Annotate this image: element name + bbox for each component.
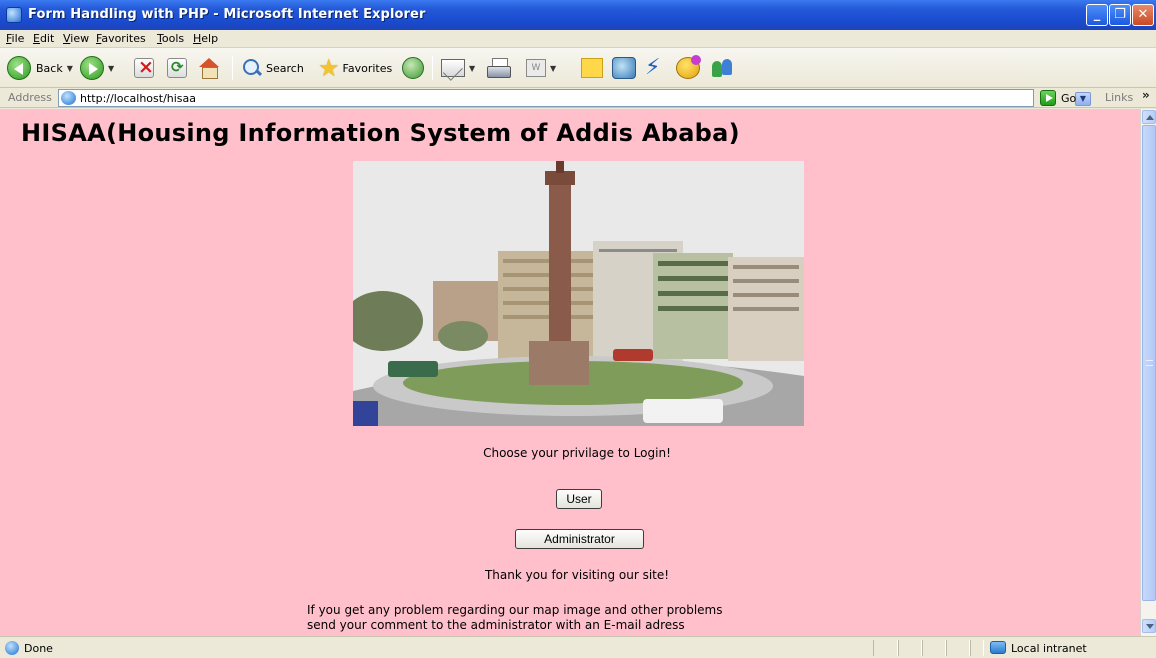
refresh-icon	[167, 58, 187, 78]
menu-favorites[interactable]: Favorites	[96, 32, 146, 45]
scroll-up-button[interactable]	[1142, 110, 1156, 124]
go-arrow-icon	[1040, 90, 1056, 106]
address-bar: Address http://localhost/hisaa ▼ Go Link…	[0, 88, 1156, 108]
edit-word-icon: W	[526, 59, 546, 77]
links-label[interactable]: Links	[1105, 91, 1133, 104]
forward-arrow-icon	[80, 56, 104, 80]
mail-dropdown-icon[interactable]: ▼	[469, 64, 475, 73]
discuss-button[interactable]	[581, 53, 603, 83]
print-button[interactable]	[487, 53, 511, 83]
city-photo	[353, 161, 804, 426]
edit-dropdown-icon[interactable]: ▼	[550, 64, 556, 73]
scroll-thumb[interactable]	[1142, 125, 1156, 601]
messenger-icon	[612, 57, 636, 79]
menu-view[interactable]: View	[63, 32, 89, 45]
menu-bar: File Edit View Favorites Tools Help	[0, 30, 1156, 75]
smiley-button[interactable]	[676, 53, 701, 83]
status-bar: Done Local intranet	[0, 636, 1156, 658]
status-pane	[898, 640, 922, 656]
search-label: Search	[266, 61, 304, 75]
menu-edit[interactable]: Edit	[33, 32, 54, 45]
ie-window: Form Handling with PHP - Microsoft Inter…	[0, 0, 1156, 658]
home-icon	[198, 57, 220, 79]
menu-tools[interactable]: Tools	[157, 32, 184, 45]
refresh-button[interactable]	[167, 53, 187, 83]
back-arrow-icon	[7, 56, 31, 80]
status-pane	[946, 640, 970, 656]
vertical-scrollbar[interactable]	[1140, 109, 1156, 636]
discuss-note-icon	[581, 58, 603, 78]
status-ie-icon	[5, 641, 19, 655]
page-ie-icon	[61, 91, 76, 105]
mail-button[interactable]: ▼	[441, 53, 475, 83]
mail-icon	[441, 59, 465, 77]
minimize-button[interactable]: _	[1086, 4, 1108, 26]
contacts-icon	[710, 57, 736, 79]
standard-toolbar: Back ▼ ▼ Search ★ Favorites	[0, 48, 1156, 88]
contacts-button[interactable]	[710, 53, 736, 83]
forward-dropdown-icon[interactable]: ▼	[108, 64, 114, 73]
toolbar-separator	[432, 56, 433, 80]
home-button[interactable]	[198, 53, 220, 83]
security-zone-text: Local intranet	[1011, 642, 1087, 655]
go-button[interactable]: Go	[1040, 89, 1076, 107]
scroll-down-button[interactable]	[1142, 619, 1156, 633]
back-dropdown-icon[interactable]: ▼	[67, 64, 73, 73]
title-bar[interactable]: Form Handling with PHP - Microsoft Inter…	[0, 0, 1156, 30]
stop-icon	[134, 56, 154, 78]
stop-button[interactable]	[134, 53, 154, 83]
scroll-grip-icon	[1146, 360, 1153, 366]
close-button[interactable]: ✕	[1132, 4, 1154, 26]
back-button[interactable]: Back ▼	[7, 53, 73, 83]
status-text: Done	[24, 642, 53, 655]
status-pane	[922, 640, 946, 656]
footer-line-1: If you get any problem regarding our map…	[307, 603, 723, 617]
search-button[interactable]: Search	[242, 53, 304, 83]
city-photo-illustration	[353, 161, 804, 426]
administrator-button[interactable]: Administrator	[515, 529, 644, 549]
messenger-button[interactable]	[612, 53, 636, 83]
footer-line-2: send your comment to the administrator w…	[307, 618, 685, 632]
status-pane	[970, 640, 984, 656]
research-button[interactable]: ⚡	[645, 53, 660, 83]
ie-logo-icon	[6, 7, 22, 23]
forward-button[interactable]: ▼	[80, 53, 114, 83]
research-icon: ⚡	[645, 55, 661, 80]
toolbar-separator	[232, 56, 233, 80]
footer-note: If you get any problem regarding our map…	[307, 603, 722, 633]
menu-help[interactable]: Help	[193, 32, 218, 45]
status-pane	[873, 640, 898, 656]
back-label: Back	[36, 61, 63, 75]
search-icon	[242, 58, 262, 78]
address-input[interactable]: http://localhost/hisaa ▼	[58, 89, 1091, 107]
go-label: Go	[1061, 91, 1077, 105]
favorites-label: Favorites	[342, 61, 393, 75]
local-intranet-icon	[990, 641, 1006, 654]
page-content: HISAA(Housing Information System of Addi…	[0, 109, 1140, 636]
address-url[interactable]: http://localhost/hisaa	[80, 92, 196, 105]
history-button[interactable]	[402, 53, 424, 83]
favorites-star-icon: ★	[318, 54, 340, 82]
links-chevron-icon[interactable]: »	[1142, 88, 1150, 102]
edit-button[interactable]: W ▼	[526, 53, 556, 83]
address-label: Address	[8, 91, 52, 104]
menu-file[interactable]: File	[6, 32, 24, 45]
address-dropdown-icon[interactable]: ▼	[1075, 92, 1091, 106]
thank-you-text: Thank you for visiting our site!	[484, 568, 670, 582]
favorites-button[interactable]: ★ Favorites	[318, 53, 392, 83]
user-button[interactable]: User	[556, 489, 602, 509]
maximize-button[interactable]: ❐	[1109, 4, 1131, 26]
print-icon	[487, 58, 511, 78]
page-heading: HISAA(Housing Information System of Addi…	[21, 119, 740, 147]
history-icon	[402, 57, 424, 79]
window-title: Form Handling with PHP - Microsoft Inter…	[28, 7, 426, 22]
smiley-icon	[676, 55, 701, 79]
choose-privilege-text: Choose your privilage to Login!	[483, 446, 671, 460]
